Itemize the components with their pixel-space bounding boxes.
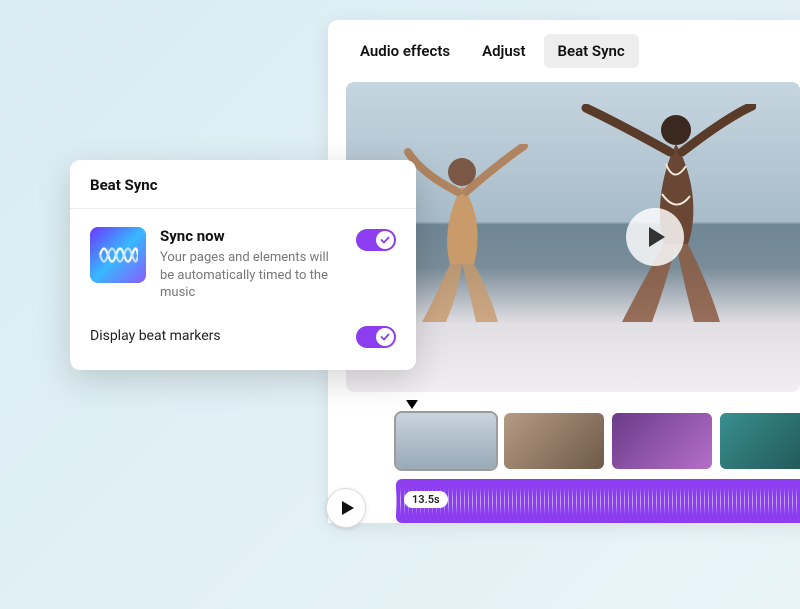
display-beat-markers-toggle[interactable] (356, 326, 396, 348)
display-beat-markers-label: Display beat markers (90, 328, 221, 344)
tab-beat-sync[interactable]: Beat Sync (544, 34, 639, 68)
editor-tabs: Audio effects Adjust Beat Sync (328, 20, 800, 82)
clip-thumbnail[interactable] (396, 413, 496, 469)
waveform-icon (396, 487, 800, 515)
audio-duration-badge: 13.5s (404, 491, 448, 508)
clip-thumbnail[interactable] (720, 413, 800, 469)
play-icon (647, 226, 667, 248)
sync-now-description: Your pages and elements will be automati… (160, 249, 342, 302)
playhead-icon[interactable] (406, 400, 418, 409)
play-button[interactable] (626, 208, 684, 266)
popover-title: Beat Sync (70, 160, 416, 209)
check-icon (380, 235, 390, 245)
sync-now-title: Sync now (160, 227, 342, 245)
audio-track[interactable]: 13.5s (396, 479, 800, 523)
tab-adjust[interactable]: Adjust (468, 34, 539, 68)
clip-thumbnails (396, 413, 800, 469)
soundwave-icon (90, 227, 146, 283)
timeline: 13.5s (328, 392, 800, 523)
preview-figure (402, 144, 532, 324)
tab-audio-effects[interactable]: Audio effects (346, 34, 464, 68)
sync-now-toggle[interactable] (356, 229, 396, 251)
beat-sync-popover: Beat Sync Sync now Your pages and elemen… (70, 160, 416, 370)
check-icon (380, 332, 390, 342)
timeline-play-button[interactable] (326, 488, 366, 528)
clip-thumbnail[interactable] (612, 413, 712, 469)
play-icon (341, 500, 355, 516)
clip-thumbnail[interactable] (504, 413, 604, 469)
